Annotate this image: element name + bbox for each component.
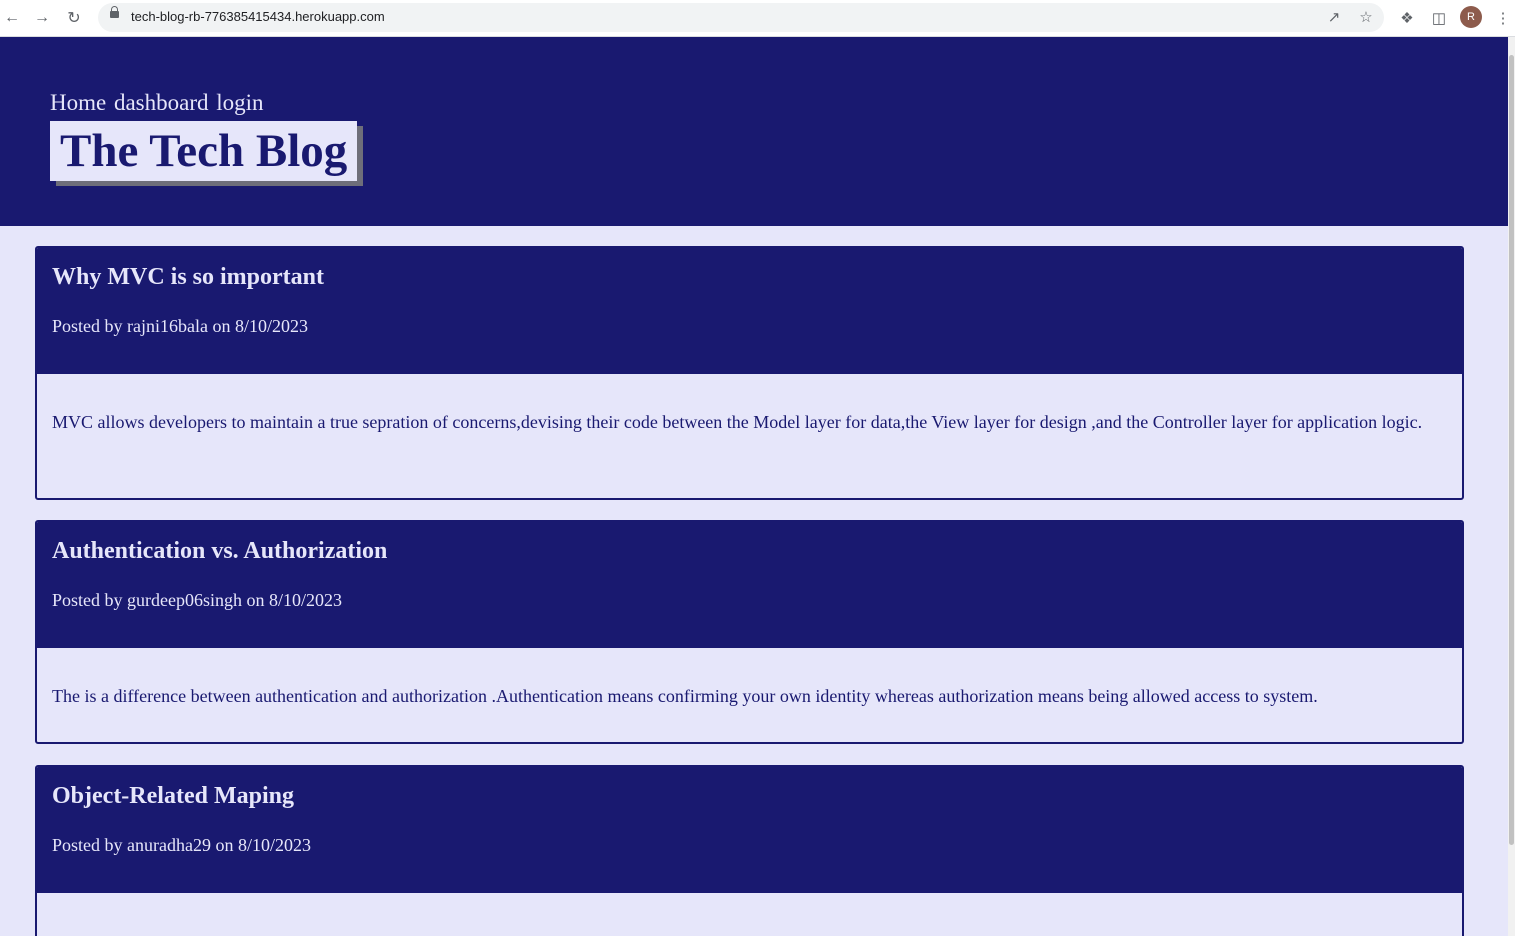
- browser-toolbar: ← → ↻ tech-blog-rb-776385415434.herokuap…: [0, 0, 1515, 37]
- post-card[interactable]: Why MVC is so important Posted by rajni1…: [35, 246, 1464, 500]
- lock-icon: [110, 6, 119, 18]
- site-title[interactable]: The Tech Blog: [50, 121, 358, 181]
- address-bar[interactable]: tech-blog-rb-776385415434.herokuapp.com …: [98, 3, 1384, 32]
- side-panel-icon[interactable]: ◫: [1427, 6, 1451, 30]
- bookmark-star-icon[interactable]: ☆: [1355, 6, 1377, 28]
- avatar[interactable]: R: [1460, 6, 1482, 28]
- nav-home-link[interactable]: Home: [50, 90, 106, 115]
- site-header: Home dashboard login The Tech Blog: [0, 37, 1508, 226]
- nav-dashboard-link[interactable]: dashboard: [114, 90, 209, 115]
- nav-login-link[interactable]: login: [216, 90, 263, 115]
- post-header: Why MVC is so important Posted by rajni1…: [37, 248, 1462, 374]
- post-body: MVC allows developers to maintain a true…: [52, 412, 1423, 432]
- top-nav: Home dashboard login: [50, 90, 266, 116]
- scrollbar-thumb[interactable]: [1509, 55, 1514, 845]
- post-body: The is a difference between authenticati…: [52, 686, 1318, 706]
- post-meta: Posted by anuradha29 on 8/10/2023: [52, 835, 311, 855]
- post-meta: Posted by rajni16bala on 8/10/2023: [52, 316, 308, 336]
- forward-icon[interactable]: →: [30, 6, 54, 30]
- menu-kebab-icon[interactable]: ⋮: [1491, 6, 1515, 30]
- extensions-icon[interactable]: ❖: [1395, 6, 1419, 30]
- post-header: Authentication vs. Authorization Posted …: [37, 522, 1462, 648]
- post-card[interactable]: Authentication vs. Authorization Posted …: [35, 520, 1464, 744]
- reload-icon[interactable]: ↻: [62, 6, 86, 30]
- back-icon[interactable]: ←: [0, 6, 24, 30]
- post-title[interactable]: Authentication vs. Authorization: [52, 538, 387, 565]
- post-body: [37, 893, 1462, 927]
- share-icon[interactable]: ↗: [1323, 6, 1345, 28]
- post-header: Object-Related Maping Posted by anuradha…: [37, 767, 1462, 893]
- post-title[interactable]: Why MVC is so important: [52, 264, 324, 291]
- post-card[interactable]: Object-Related Maping Posted by anuradha…: [35, 765, 1464, 936]
- page-scrollbar[interactable]: [1508, 37, 1515, 936]
- url-text[interactable]: tech-blog-rb-776385415434.herokuapp.com: [131, 9, 385, 24]
- page-viewport: Home dashboard login The Tech Blog Why M…: [0, 37, 1508, 936]
- post-meta: Posted by gurdeep06singh on 8/10/2023: [52, 590, 342, 610]
- post-title[interactable]: Object-Related Maping: [52, 783, 294, 810]
